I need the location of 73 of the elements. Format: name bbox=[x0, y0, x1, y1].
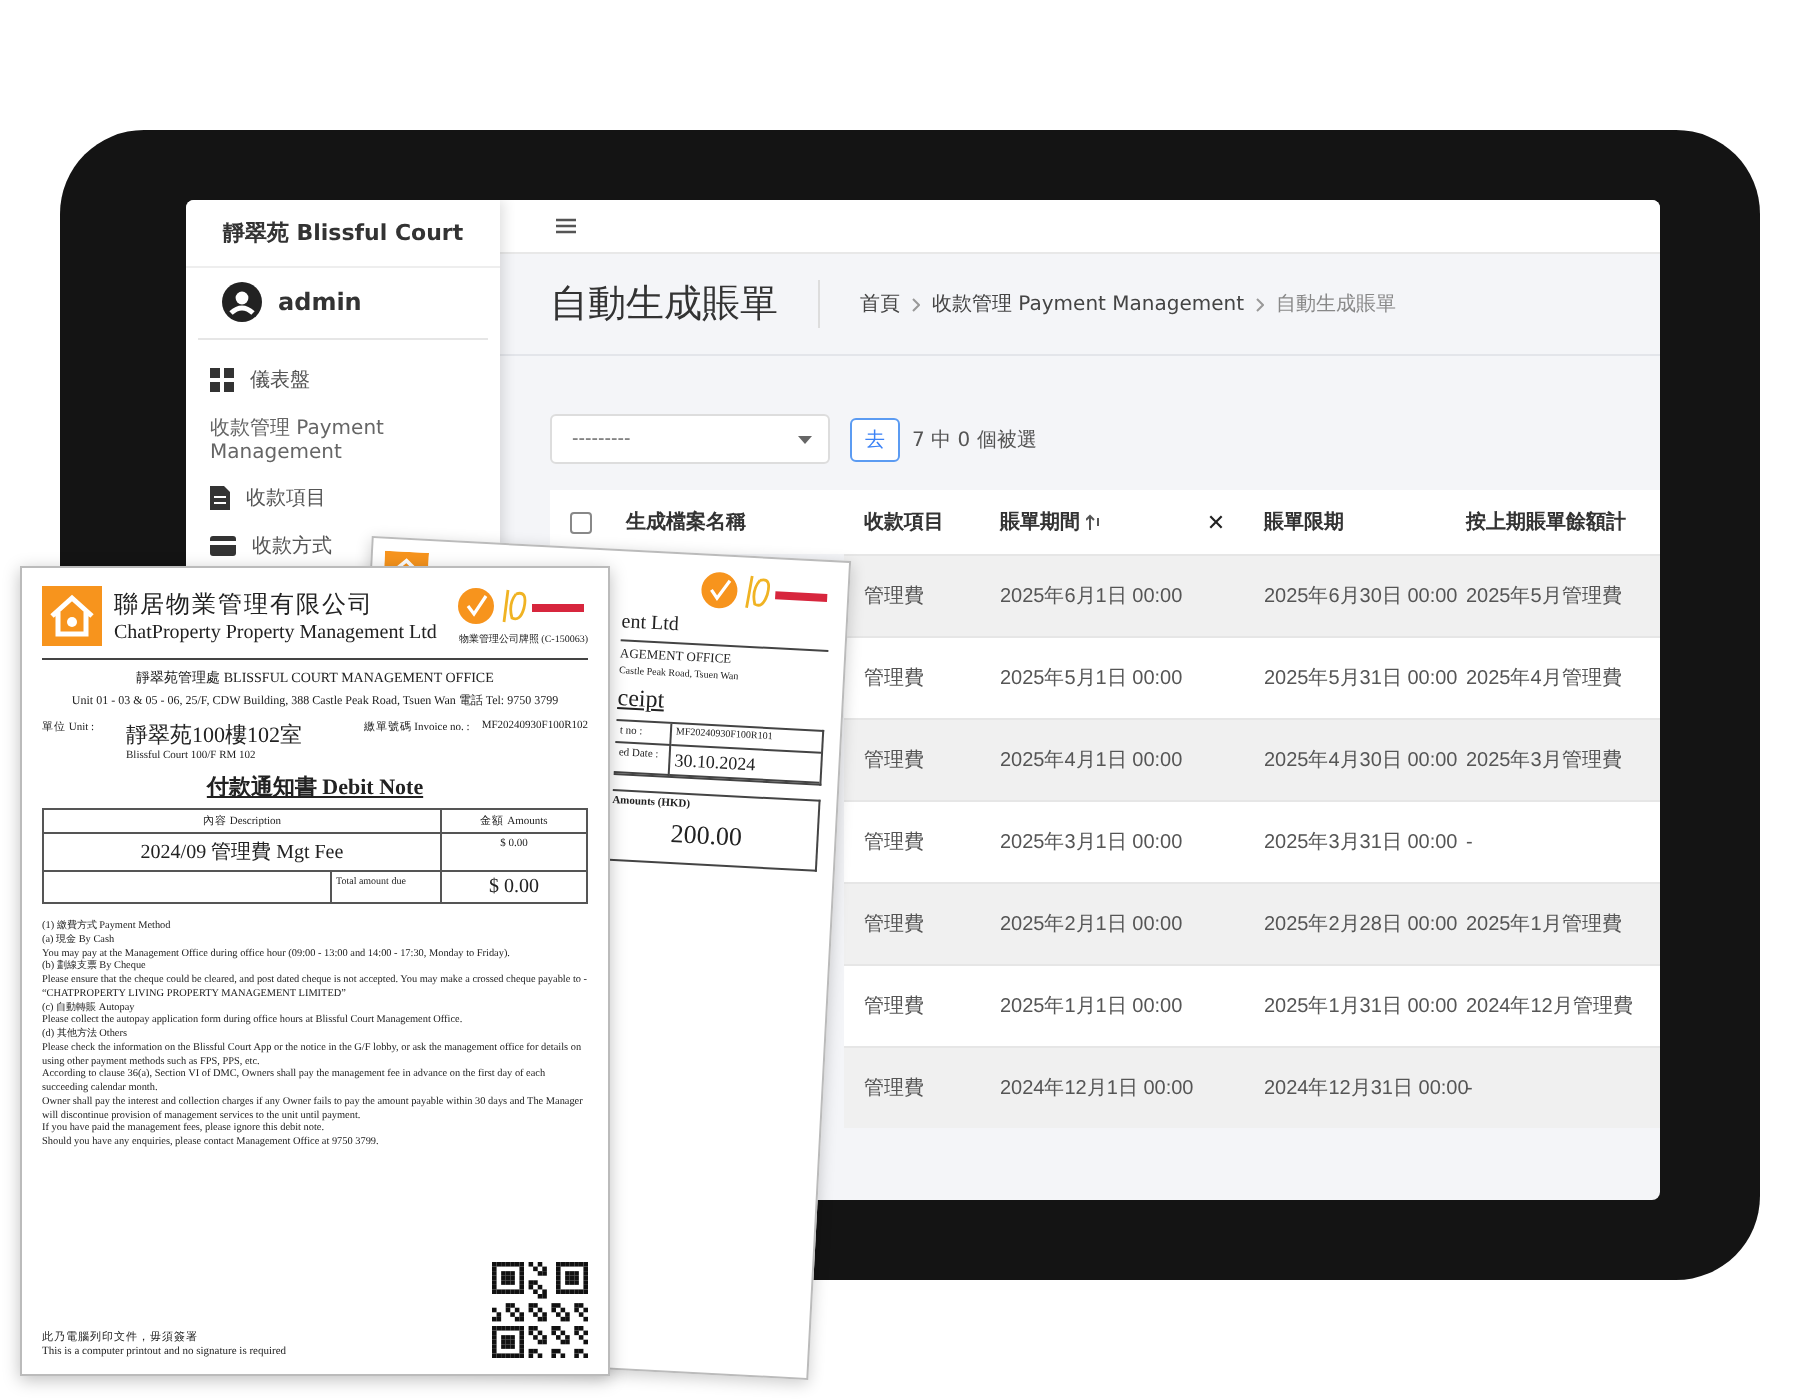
table-cell-text: 2025年1月管理費 bbox=[1466, 911, 1624, 938]
action-select[interactable]: --------- bbox=[550, 414, 830, 464]
table-row[interactable]: 管理費 2024年12月1日 00:00 2024年12月31日 00:00- bbox=[844, 1046, 1660, 1128]
breadcrumb-link[interactable]: 收款管理 Payment Management bbox=[932, 290, 1245, 318]
table-cell-text: 2025年1月31日 00:00 bbox=[1262, 994, 1460, 1020]
clear-sort-button[interactable]: ✕ bbox=[1204, 509, 1228, 535]
table-cell-text: - bbox=[1466, 1077, 1475, 1099]
column-header[interactable]: 賬單期間 bbox=[980, 508, 1204, 536]
total-amount: $ 0.00 bbox=[487, 874, 541, 902]
document-title: 付款通知書 Debit Note bbox=[204, 773, 426, 802]
table-cell-text: 2025年6月1日 00:00 bbox=[998, 584, 1185, 610]
column-header[interactable]: 生成檔案名稱 bbox=[606, 508, 844, 536]
selection-count: 7 中 0 個被選 bbox=[912, 427, 1037, 453]
select-all-checkbox[interactable] bbox=[570, 511, 592, 533]
table-cell-text: 管理費 bbox=[862, 911, 926, 938]
table-cell-text: 2025年4月1日 00:00 bbox=[998, 748, 1185, 774]
go-button[interactable]: 去 bbox=[850, 417, 900, 461]
chevron-icon bbox=[1256, 297, 1265, 311]
document-title: ceipt bbox=[616, 683, 667, 718]
table-cell-text: 2025年5月管理費 bbox=[1466, 583, 1624, 610]
table-row[interactable]: 管理費 2025年2月1日 00:00 2025年2月28日 00:00 2025年1月管理費 bbox=[844, 882, 1660, 964]
qr-code-icon bbox=[492, 1262, 588, 1358]
grid-icon bbox=[210, 368, 234, 392]
sort-icon bbox=[1086, 513, 1102, 531]
table-cell-text: 管理費 bbox=[862, 747, 926, 774]
table-cell-text: 2025年3月管理費 bbox=[1466, 747, 1624, 774]
table-cell-text: 2025年3月31日 00:00 bbox=[1262, 830, 1460, 856]
column-header[interactable]: 賬單限期 bbox=[1244, 508, 1466, 536]
table-row[interactable]: 管理費 2025年5月1日 00:00 2025年5月31日 00:00 2025年4月管理費 bbox=[844, 636, 1660, 718]
table-row[interactable]: 管理費 2025年3月1日 00:00 2025年3月31日 00:00 - bbox=[844, 800, 1660, 882]
page-title: 自動生成賬單 bbox=[550, 280, 778, 330]
document-icon bbox=[210, 486, 230, 510]
sidebar-item[interactable]: 收款項目 bbox=[186, 474, 350, 522]
table-cell-text: 2024年12月管理費 bbox=[1466, 993, 1635, 1020]
column-header[interactable]: 收款項目 bbox=[844, 508, 980, 536]
table-cell-text: 2025年3月1日 00:00 bbox=[998, 830, 1185, 856]
table-cell-text: 2024年12月1日 00:00 bbox=[998, 1076, 1196, 1102]
credit-card-icon bbox=[210, 536, 236, 556]
menu-icon[interactable] bbox=[556, 218, 576, 234]
amount-value: 200.00 bbox=[667, 816, 745, 856]
table-cell-text: 2025年5月1日 00:00 bbox=[998, 666, 1185, 692]
table-cell-text: 2025年2月28日 00:00 bbox=[1262, 912, 1460, 938]
table-row[interactable]: 管理費 2025年1月1日 00:00 2025年1月31日 00:00 2024年12月管理費 bbox=[844, 964, 1660, 1046]
sidebar-item[interactable]: 收款方式 bbox=[186, 522, 356, 570]
caret-icon bbox=[798, 435, 812, 443]
sidebar-item[interactable]: 儀表盤 bbox=[186, 356, 334, 404]
user-avatar-icon bbox=[222, 282, 262, 322]
award-emblem-icon bbox=[456, 584, 588, 628]
table-cell-text: 管理費 bbox=[862, 993, 926, 1020]
user-name: admin bbox=[278, 288, 362, 316]
table-cell-text: 管理費 bbox=[862, 665, 926, 692]
table-cell-text: 管理費 bbox=[862, 829, 926, 856]
table-row[interactable]: 管理費 2025年6月1日 00:00 2025年6月30日 00:00 2025年5月管理費 bbox=[844, 554, 1660, 636]
table-cell-text: 2025年6月30日 00:00 bbox=[1262, 584, 1460, 610]
table-row[interactable]: 管理費 2025年4月1日 00:00 2025年4月30日 00:00 2025年3月管理費 bbox=[844, 718, 1660, 800]
column-header[interactable]: 按上期賬單餘額計 bbox=[1466, 508, 1660, 536]
table-cell-text: 2025年4月管理費 bbox=[1466, 665, 1624, 692]
table-cell-text: 2025年4月30日 00:00 bbox=[1262, 748, 1460, 774]
breadcrumb-link[interactable]: 首頁 bbox=[860, 290, 900, 318]
table-cell-text: 2025年2月1日 00:00 bbox=[998, 912, 1185, 938]
table-cell: 2024/09 管理費 Mgt Fee bbox=[44, 834, 442, 870]
chevron-icon bbox=[912, 297, 920, 311]
unit-name: 靜翠苑100樓102室 bbox=[126, 721, 304, 750]
sidebar-section-label: 收款管理 Payment Management bbox=[208, 416, 386, 468]
table-cell-text: 管理費 bbox=[862, 583, 926, 610]
table-cell-text: 管理費 bbox=[862, 1075, 926, 1102]
company-name: ChatProperty Property Management Ltd bbox=[114, 621, 439, 643]
table-cell-text: 2024年12月31日 00:00 bbox=[1262, 1076, 1466, 1102]
table-cell-text: 2025年1月1日 00:00 bbox=[998, 994, 1185, 1020]
table-cell-text: - bbox=[1466, 831, 1475, 853]
company-name: 聯居物業管理有限公司 bbox=[114, 587, 376, 621]
table-cell-text: 2025年5月31日 00:00 bbox=[1262, 666, 1460, 692]
field-value: 30.10.2024 bbox=[669, 745, 821, 784]
